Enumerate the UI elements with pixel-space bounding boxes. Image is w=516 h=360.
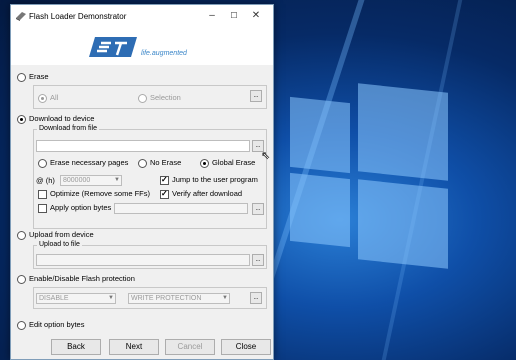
download-label: Download to device (29, 114, 95, 123)
apply-option-label: Apply option bytes (50, 203, 112, 212)
desktop-icons-strip[interactable] (0, 20, 8, 340)
logo-tagline: life.augmented (141, 50, 187, 57)
title-bar[interactable]: Flash Loader Demonstrator – ☐ ✕ (11, 5, 273, 29)
download-group-title: Download from file (37, 125, 99, 132)
optimize-label: Optimize (Remove some FFs) (50, 189, 151, 198)
mouse-cursor-icon: ⇖ (261, 150, 271, 162)
back-button[interactable]: Back (51, 339, 101, 355)
option-bytes-browse-button[interactable]: ... (252, 203, 264, 215)
protection-state-value: DISABLE (39, 295, 69, 302)
erase-selection-radio[interactable] (138, 94, 147, 103)
main-panel: Erase All Selection ... Download to devi… (11, 65, 273, 359)
address-combo[interactable]: 8000000 ▼ (60, 175, 122, 186)
maximize-icon[interactable]: ☐ (229, 11, 239, 21)
protection-state-combo[interactable]: DISABLE ▼ (36, 293, 116, 304)
global-erase-label: Global Erase (212, 158, 256, 167)
erase-selection-label: Selection (150, 93, 181, 102)
erase-group: All Selection ... (33, 85, 267, 109)
window-title: Flash Loader Demonstrator (29, 12, 127, 21)
upload-radio[interactable] (17, 231, 26, 240)
protection-browse-button[interactable]: ... (250, 292, 262, 304)
windows-logo-pane (290, 172, 350, 248)
cancel-button[interactable]: Cancel (165, 339, 215, 355)
jump-label: Jump to the user program (172, 175, 258, 184)
download-group: Download from file ... Erase necessary p… (33, 125, 267, 229)
address-value: 8000000 (63, 177, 91, 184)
verify-label: Verify after download (172, 189, 243, 198)
upload-label: Upload from device (29, 230, 94, 239)
edit-option-bytes-radio[interactable] (17, 321, 26, 330)
chevron-down-icon: ▼ (114, 177, 120, 183)
apply-option-checkbox[interactable] (38, 204, 47, 213)
upload-group: Upload to file ... (33, 241, 267, 269)
upload-group-title: Upload to file (37, 241, 82, 248)
erase-all-label: All (50, 93, 59, 102)
chevron-down-icon: ▼ (222, 295, 228, 301)
upload-browse-button[interactable]: ... (252, 254, 264, 266)
erase-necessary-label: Erase necessary pages (50, 158, 129, 167)
light-beam (381, 0, 463, 360)
erase-radio[interactable] (17, 73, 26, 82)
erase-necessary-radio[interactable] (38, 159, 47, 168)
banner: life.augmented (11, 29, 273, 65)
windows-logo-pane (358, 179, 448, 269)
close-button[interactable]: Close (221, 339, 271, 355)
protection-type-combo[interactable]: WRITE PROTECTION ▼ (128, 293, 230, 304)
app-icon (16, 12, 26, 21)
address-label: @ (h) (36, 176, 55, 185)
optimize-checkbox[interactable] (38, 190, 47, 199)
global-erase-radio[interactable] (200, 159, 209, 168)
erase-all-radio[interactable] (38, 94, 47, 103)
upload-file-input[interactable] (36, 254, 250, 266)
close-icon[interactable]: ✕ (251, 11, 261, 21)
no-erase-label: No Erase (150, 158, 182, 167)
no-erase-radio[interactable] (138, 159, 147, 168)
download-file-input[interactable] (36, 140, 250, 152)
protection-type-value: WRITE PROTECTION (131, 295, 202, 302)
verify-checkbox[interactable] (160, 189, 169, 199)
flash-loader-window: Flash Loader Demonstrator – ☐ ✕ life.aug… (10, 4, 274, 360)
chevron-down-icon: ▼ (108, 295, 114, 301)
option-bytes-file-input[interactable] (114, 203, 248, 214)
protection-group: DISABLE ▼ WRITE PROTECTION ▼ ... (33, 287, 267, 309)
download-radio[interactable] (17, 115, 26, 124)
edit-option-bytes-label: Edit option bytes (29, 320, 85, 329)
windows-logo-pane (290, 96, 350, 174)
erase-label: Erase (29, 72, 49, 81)
protection-radio[interactable] (17, 275, 26, 284)
erase-selection-browse-button[interactable]: ... (250, 90, 262, 102)
windows-logo-pane (358, 83, 448, 181)
next-button[interactable]: Next (109, 339, 159, 355)
protection-label: Enable/Disable Flash protection (29, 274, 135, 283)
jump-checkbox[interactable] (160, 175, 169, 185)
st-logo-icon (89, 37, 137, 57)
minimize-icon[interactable]: – (207, 11, 217, 21)
